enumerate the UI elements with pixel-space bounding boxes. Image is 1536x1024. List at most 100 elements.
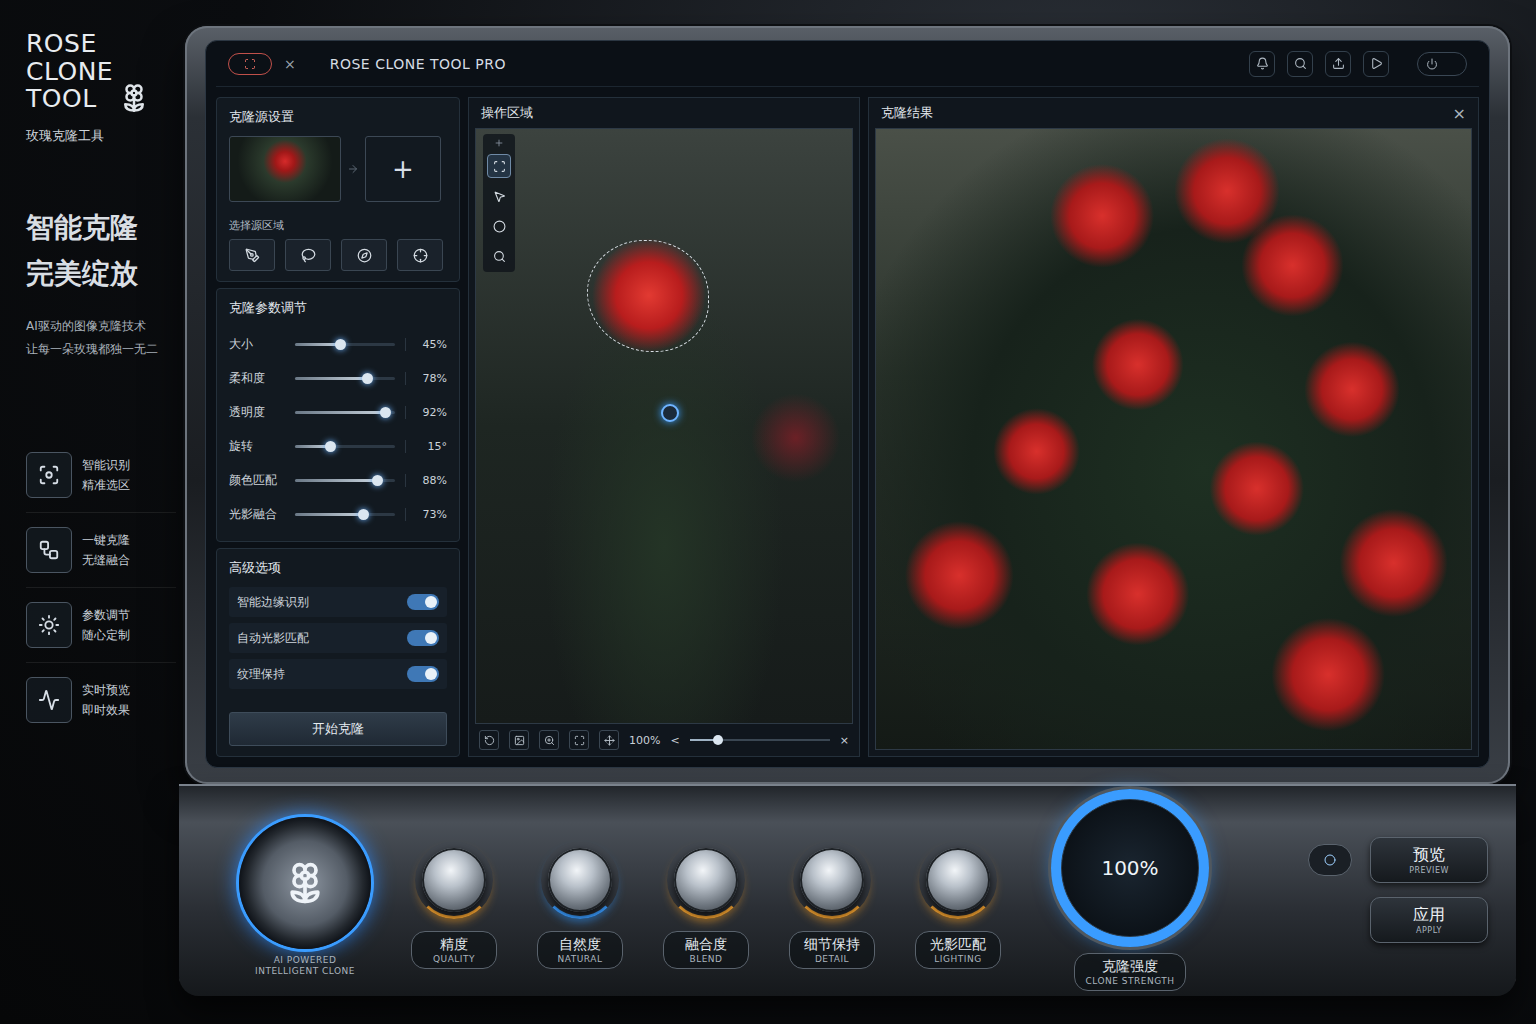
description: AI驱动的图像克隆技术让每一朵玫瑰都独一无二 (26, 315, 185, 361)
slider-track[interactable] (295, 411, 395, 414)
slider-thumb[interactable] (362, 373, 373, 384)
title-button[interactable] (1363, 51, 1389, 77)
start-clone-button[interactable]: 开始克隆 (229, 712, 447, 746)
title-button[interactable] (1249, 51, 1275, 77)
knob-ring (415, 841, 493, 919)
knob-label: 融合度BLEND (663, 931, 749, 969)
toolbar-icon (1294, 57, 1307, 70)
tool-icon (245, 248, 260, 263)
feature-icon (38, 464, 60, 486)
feature-text: 参数调节随心定制 (82, 605, 130, 646)
apply-button[interactable]: 应用APPLY (1370, 897, 1488, 943)
region-tools (229, 239, 447, 271)
bar-button[interactable] (479, 730, 499, 750)
result-close[interactable]: × (1453, 104, 1466, 123)
knob[interactable] (674, 848, 738, 912)
feature-icon-box (26, 452, 72, 498)
slider-thumb[interactable] (372, 475, 383, 486)
slider-track[interactable] (295, 343, 395, 346)
source-section: 克隆源设置 + 选择源区域 (216, 97, 460, 282)
knob[interactable] (800, 848, 864, 912)
option-row: 纹理保持 (229, 659, 447, 689)
advanced-section: 高级选项智能边缘识别自动光影匹配纹理保持开始克隆 (216, 548, 460, 757)
power-toggle[interactable] (1417, 52, 1467, 76)
source-photo (475, 128, 853, 724)
source-thumbnail[interactable] (229, 136, 341, 202)
tool-icon (301, 248, 316, 263)
slider-row: 大小45% (229, 327, 447, 361)
option-toggle[interactable] (407, 630, 439, 646)
bar-close[interactable]: × (840, 734, 849, 747)
region-tool[interactable] (229, 239, 275, 271)
slider-fill (295, 343, 340, 346)
rose-icon (283, 861, 327, 905)
knob[interactable] (548, 848, 612, 912)
region-tool[interactable] (341, 239, 387, 271)
zoom-prev[interactable]: < (670, 734, 679, 747)
knob[interactable] (926, 848, 990, 912)
knob-ring (667, 841, 745, 919)
badge-icon (244, 58, 256, 70)
window-close[interactable]: × (284, 56, 296, 72)
slogan: 智能克隆完美绽放 (26, 205, 185, 297)
strength-dial[interactable]: 100% (1051, 789, 1209, 947)
slider-track[interactable] (295, 445, 395, 448)
arrow-icon (347, 163, 359, 175)
action-buttons: 预览PREVIEW 应用APPLY (1308, 837, 1488, 943)
ai-clone-button[interactable] (239, 817, 371, 949)
zoom-slider[interactable] (690, 739, 830, 741)
app-badge (228, 53, 272, 75)
preview-button[interactable]: 预览PREVIEW (1370, 837, 1488, 883)
slider-track[interactable] (295, 513, 395, 516)
params-section: 克隆参数调节大小45%柔和度78%透明度92%旋转15°颜色匹配88%光影融合7… (216, 288, 460, 542)
work-canvas[interactable] (475, 128, 853, 724)
bar-button[interactable] (539, 730, 559, 750)
slider-fill (295, 377, 367, 380)
record-button[interactable] (1308, 844, 1352, 876)
title-button[interactable] (1287, 51, 1313, 77)
canvas-tool[interactable] (487, 244, 511, 268)
brand-title: ROSECLONETOOL (26, 30, 113, 113)
feature-icon-box (26, 677, 72, 723)
result-panel: 克隆结果 × (868, 97, 1479, 757)
region-label: 选择源区域 (229, 218, 447, 233)
workspace: 克隆源设置 + 选择源区域克隆参数调节大小45%柔和度78%透明度92%旋转15°颜… (216, 87, 1479, 757)
slider-thumb[interactable] (358, 509, 369, 520)
slider-row: 透明度92% (229, 395, 447, 429)
result-photo (875, 128, 1472, 750)
slider-label: 光影融合 (229, 506, 285, 523)
option-toggle[interactable] (407, 594, 439, 610)
knob-ring (793, 841, 871, 919)
slider-value: 45% (405, 338, 447, 351)
bar-button[interactable] (569, 730, 589, 750)
slider-track[interactable] (295, 377, 395, 380)
canvas-tool[interactable] (487, 154, 511, 178)
bar-button[interactable] (509, 730, 529, 750)
zoom-thumb[interactable] (713, 735, 723, 745)
region-tool[interactable] (397, 239, 443, 271)
slider-track[interactable] (295, 479, 395, 482)
feature-list: 智能识别精准选区一键克隆无缝融合参数调节随心定制实时预览即时效果 (26, 438, 176, 737)
tool-icon (493, 190, 506, 203)
knob[interactable] (422, 848, 486, 912)
feature-icon (38, 539, 60, 561)
work-panel: 操作区域100%<× (468, 97, 860, 757)
option-toggle[interactable] (407, 666, 439, 682)
canvas-tool[interactable] (487, 184, 511, 208)
panel-title: 克隆结果 (881, 104, 933, 122)
title-button[interactable] (1325, 51, 1351, 77)
bar-button[interactable] (599, 730, 619, 750)
canvas-tool[interactable] (487, 214, 511, 238)
section-title: 克隆源设置 (229, 108, 447, 126)
slider-thumb[interactable] (380, 407, 391, 418)
tool-icon (493, 220, 506, 233)
toolbar-icon (1332, 57, 1345, 70)
add-source-button[interactable]: + (365, 136, 441, 202)
slider-row: 旋转15° (229, 429, 447, 463)
knob-control: 自然度NATURAL (537, 841, 623, 969)
strength-control: 100%克隆强度CLONE STRENGTH (1051, 789, 1209, 991)
slider-thumb[interactable] (335, 339, 346, 350)
clone-point-handle[interactable] (661, 404, 679, 422)
slider-thumb[interactable] (325, 441, 336, 452)
region-tool[interactable] (285, 239, 331, 271)
